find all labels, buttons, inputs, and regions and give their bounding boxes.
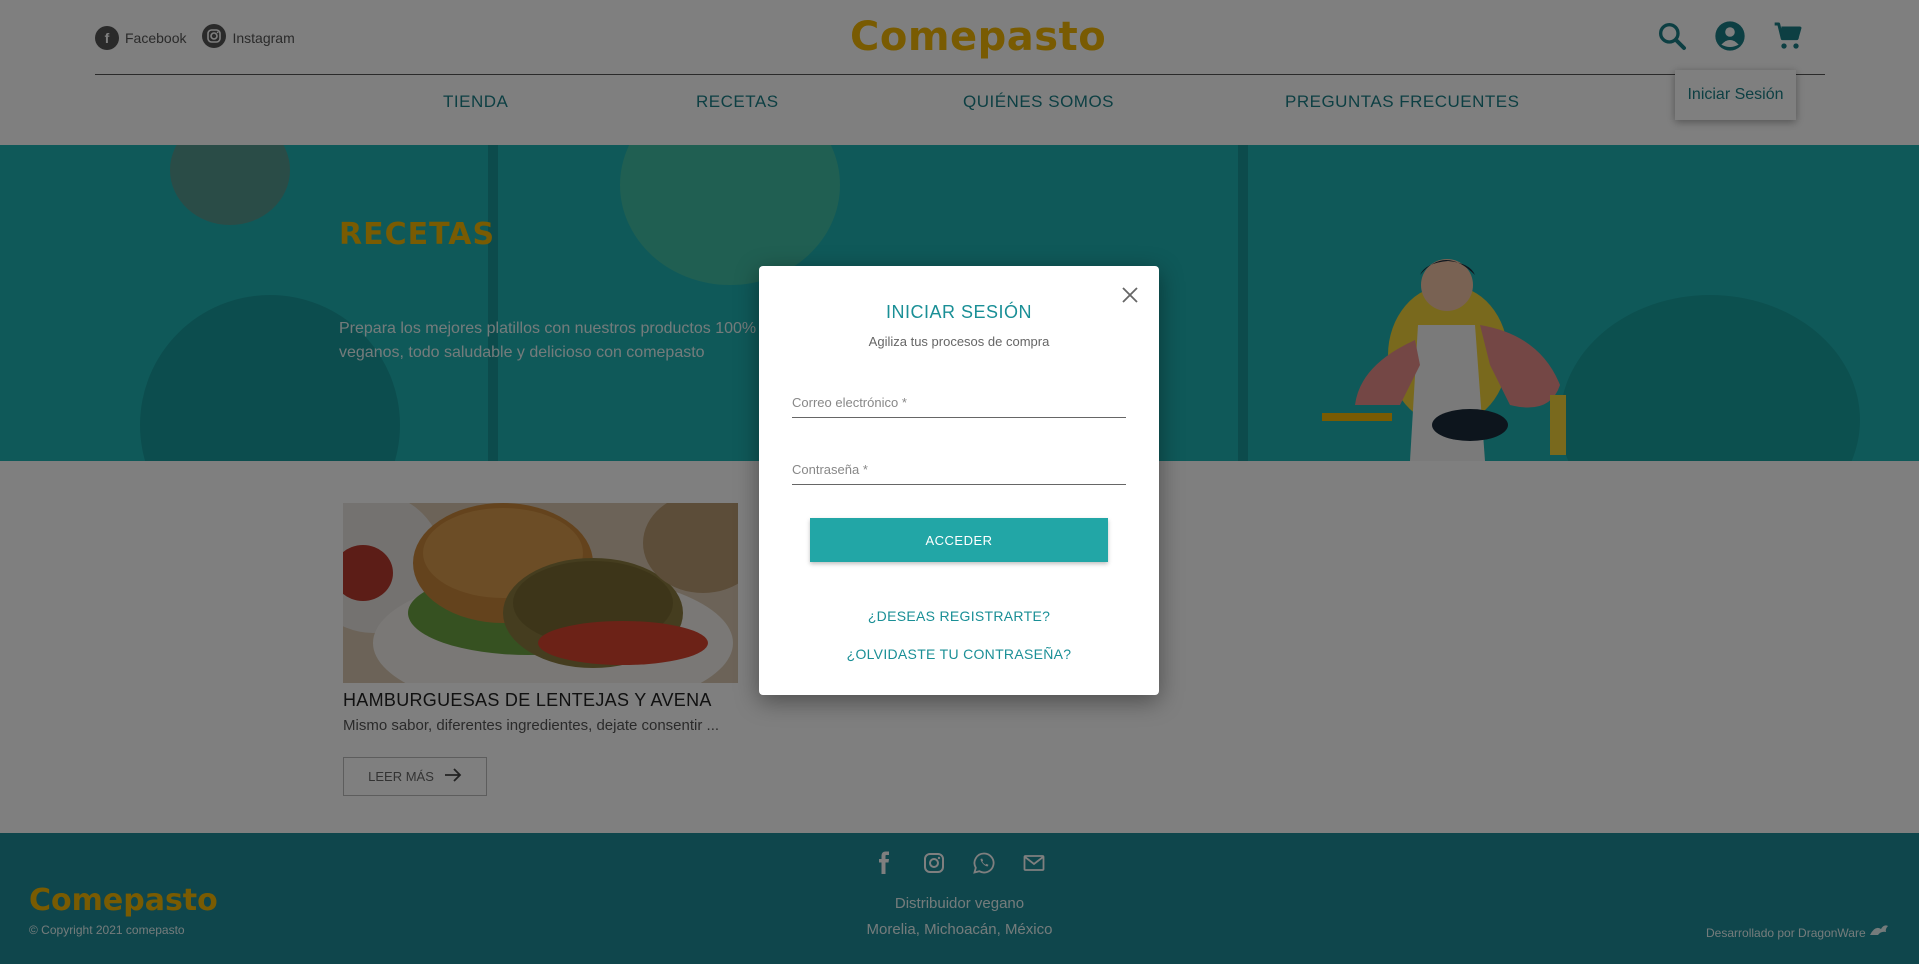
- password-field: [792, 455, 1126, 485]
- login-modal: INICIAR SESIÓN Agiliza tus procesos de c…: [759, 266, 1159, 695]
- instagram-icon[interactable]: [922, 851, 946, 880]
- hero-bg-plate: [1560, 295, 1860, 461]
- footer-developer-credit[interactable]: Desarrollado por DragonWare: [1706, 923, 1889, 940]
- mail-icon[interactable]: [1022, 851, 1046, 880]
- account-icon[interactable]: [1714, 20, 1746, 57]
- nav-item-quienes-somos[interactable]: QUIÉNES SOMOS: [963, 92, 1114, 112]
- footer-location: Morelia, Michoacán, México: [866, 921, 1053, 938]
- nav-item-tienda[interactable]: TIENDA: [443, 92, 508, 112]
- hero-title: RECETAS: [339, 217, 496, 252]
- email-input[interactable]: [792, 388, 1126, 416]
- site-header: f Facebook Instagram Comepasto TIENDA RE…: [0, 0, 1919, 145]
- recipe-title[interactable]: HAMBURGUESAS DE LENTEJAS Y AVENA: [343, 690, 712, 711]
- social-links: f Facebook Instagram: [95, 24, 295, 51]
- read-more-button[interactable]: LEER MÁS: [343, 757, 487, 796]
- instagram-icon: [202, 24, 227, 51]
- facebook-label: Facebook: [125, 29, 187, 46]
- hero-bg-tomato: [170, 145, 290, 225]
- facebook-icon[interactable]: [872, 851, 896, 880]
- instagram-label: Instagram: [232, 29, 295, 46]
- cart-icon[interactable]: [1772, 20, 1804, 57]
- recipe-image[interactable]: [343, 503, 738, 683]
- arrow-right-icon: [444, 768, 462, 785]
- modal-subtitle: Agiliza tus procesos de compra: [868, 334, 1050, 349]
- forgot-password-link[interactable]: ¿OLVIDASTE TU CONTRASEÑA?: [759, 646, 1159, 662]
- footer-social-links: [872, 851, 1046, 880]
- dragon-icon: [1869, 925, 1889, 940]
- nav-item-preguntas-frecuentes[interactable]: PREGUNTAS FRECUENTES: [1285, 92, 1520, 112]
- site-logo[interactable]: Comepasto: [850, 14, 1106, 60]
- read-more-label: LEER MÁS: [368, 769, 434, 784]
- login-submit-button[interactable]: ACCEDER: [810, 518, 1108, 562]
- modal-title: INICIAR SESIÓN: [885, 302, 1033, 322]
- developer-label: Desarrollado por DragonWare: [1706, 926, 1866, 940]
- email-field: [792, 388, 1126, 418]
- facebook-icon: f: [95, 25, 119, 50]
- account-dropdown-login[interactable]: Iniciar Sesión: [1675, 70, 1796, 120]
- footer-tagline: Distribuidor vegano: [894, 895, 1025, 912]
- instagram-link[interactable]: Instagram: [202, 24, 295, 51]
- site-footer: Comepasto © Copyright 2021 comepasto Dis…: [0, 833, 1919, 964]
- main-nav: TIENDA RECETAS QUIÉNES SOMOS PREGUNTAS F…: [0, 92, 1919, 116]
- recipe-description: Mismo sabor, diferentes ingredientes, de…: [343, 717, 720, 734]
- hero-bg-plank: [1238, 145, 1248, 461]
- hero-bg-plank: [488, 145, 498, 461]
- register-link[interactable]: ¿DESEAS REGISTRARTE?: [759, 608, 1159, 624]
- password-input[interactable]: [792, 455, 1126, 483]
- header-actions: [1656, 20, 1804, 57]
- nav-item-recetas[interactable]: RECETAS: [696, 92, 779, 112]
- chef-illustration: [1322, 259, 1566, 461]
- hero-description: Prepara los mejores platillos con nuestr…: [339, 320, 757, 361]
- whatsapp-icon[interactable]: [972, 851, 996, 880]
- hero-bg-peas: [620, 145, 840, 285]
- header-divider: [95, 74, 1825, 75]
- facebook-link[interactable]: f Facebook: [95, 25, 187, 50]
- search-icon[interactable]: [1656, 20, 1688, 57]
